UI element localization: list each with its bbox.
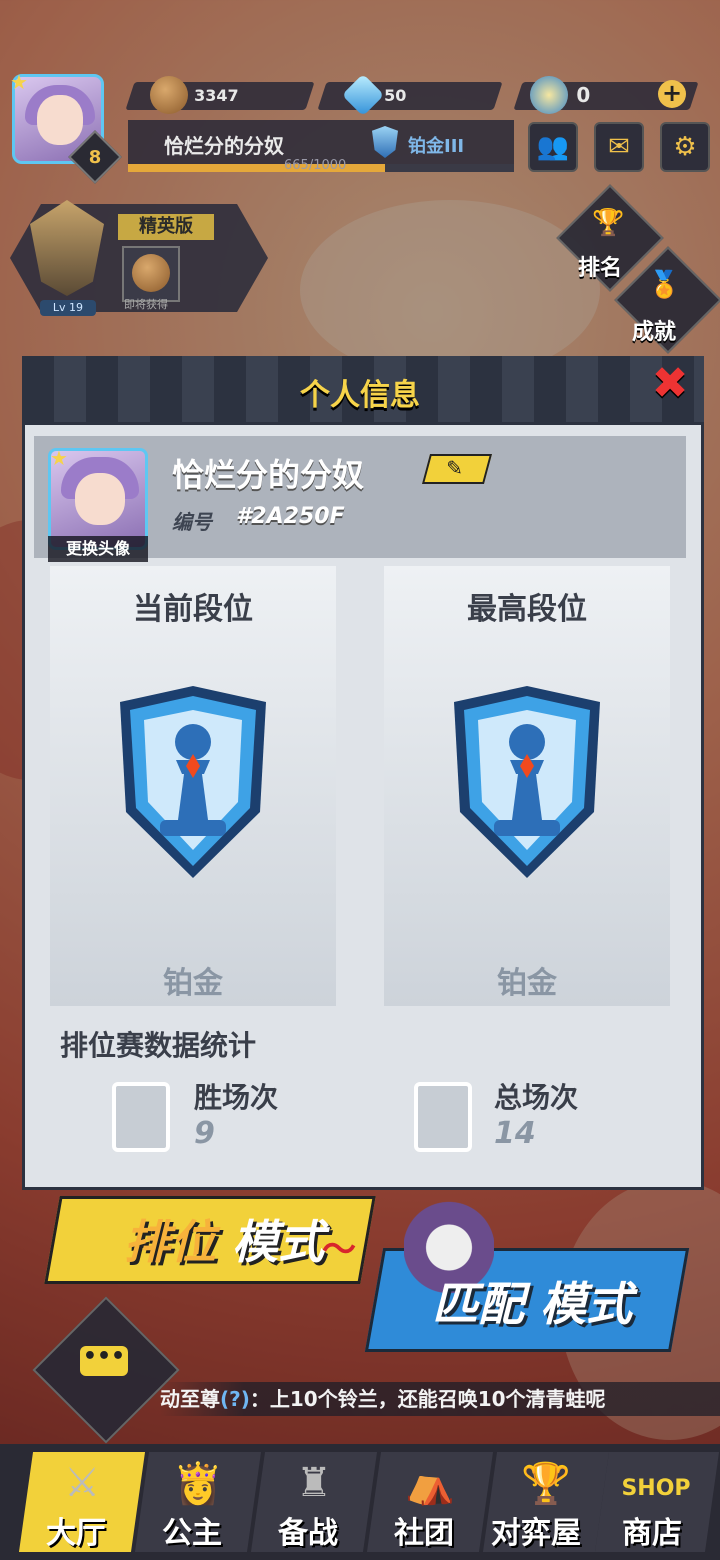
pulse-icon: 〜 <box>322 1230 356 1270</box>
highest-rank-title: 最高段位 <box>467 592 587 627</box>
modal-title: 个人信息 <box>300 378 420 413</box>
rook-notebook-icon <box>112 1082 170 1152</box>
friends-button[interactable]: 👥 <box>528 122 578 172</box>
chess-pieces-icon: ♜ <box>296 1460 332 1506</box>
stats-title: 排位赛数据统计 <box>60 1029 257 1062</box>
current-rank-name: 铂金 <box>163 966 223 1001</box>
swords-icon: ⚔ <box>64 1460 100 1506</box>
elite-reward <box>122 246 180 302</box>
nav-match-house-label: 对弈屋 <box>491 1516 581 1551</box>
change-avatar-button[interactable]: 更换头像 <box>48 536 148 562</box>
nav-princess-label: 公主 <box>162 1516 222 1551</box>
nav-club-label: 社团 <box>394 1516 454 1551</box>
trophy-icon: 🏆 <box>521 1461 571 1507</box>
ranked-mode-label: 排位 模式 <box>124 1215 325 1269</box>
star-icon: ★ <box>10 70 28 94</box>
elite-level: Lv 19 <box>40 300 96 316</box>
profile-id-label: 编号 <box>172 510 212 534</box>
pencil-icon: ✎ <box>446 456 464 480</box>
rank-shield-icon <box>454 686 600 878</box>
shop-icon: SHOP <box>621 1476 691 1501</box>
match-mode-label: 匹配 模式 <box>432 1277 633 1331</box>
gear-icon: ⚙ <box>673 132 697 162</box>
mail-button[interactable]: ✉ <box>594 122 644 172</box>
nav-lobby-label: 大厅 <box>46 1516 106 1551</box>
elite-title: 精英版 <box>118 214 214 240</box>
nav-prepare-label: 备战 <box>278 1516 338 1551</box>
ranking-label: 排名 <box>578 256 623 281</box>
potato-icon <box>132 254 170 292</box>
highest-rank-panel: 最高段位 铂金 <box>384 566 670 1006</box>
friends-icon: 👥 <box>536 132 570 162</box>
close-button[interactable]: ✖ <box>648 362 692 408</box>
close-icon: ✖ <box>651 358 689 409</box>
rank-shield-icon <box>120 686 266 878</box>
notebook-icon <box>414 1082 472 1152</box>
coin-icon <box>530 76 568 114</box>
achievement-label: 成就 <box>632 320 677 345</box>
elite-pending-label: 即将获得 <box>124 298 168 311</box>
nav-shop-label: 商店 <box>622 1516 682 1551</box>
potato-icon <box>150 76 188 114</box>
current-rank-title: 当前段位 <box>133 592 253 627</box>
profile-name: 恰烂分的分奴 <box>172 456 365 494</box>
player-name: 恰烂分的分奴 <box>164 134 284 158</box>
settings-button[interactable]: ⚙ <box>660 122 710 172</box>
add-currency-button[interactable]: + <box>658 80 686 108</box>
rank-label: 铂金III <box>408 136 465 157</box>
wins-label: 胜场次 <box>194 1081 279 1114</box>
xp-text: 665/1000 <box>284 158 347 173</box>
princess-icon: 👸 <box>173 1461 223 1507</box>
medal-icon: 🏅 <box>648 270 681 300</box>
rank-shield-icon <box>372 126 398 158</box>
edit-name-button[interactable]: ✎ <box>421 454 493 484</box>
chat-icon: ••• <box>80 1346 128 1376</box>
star-icon: ★ <box>50 446 68 470</box>
club-icon: ⛺ <box>405 1461 455 1507</box>
highest-rank-name: 铂金 <box>497 966 557 1001</box>
total-label: 总场次 <box>494 1081 579 1114</box>
wins-value: 9 <box>194 1116 215 1151</box>
total-value: 14 <box>494 1116 536 1151</box>
announcement-ticker: 动至尊(?)：上10个铃兰，还能召唤10个清青蛙呢 <box>160 1382 720 1416</box>
current-rank-panel: 当前段位 铂金 <box>50 566 336 1006</box>
profile-id: #2A250F <box>236 504 345 529</box>
trophy-icon: 🏆 <box>592 208 625 238</box>
mail-icon: ✉ <box>608 132 630 162</box>
